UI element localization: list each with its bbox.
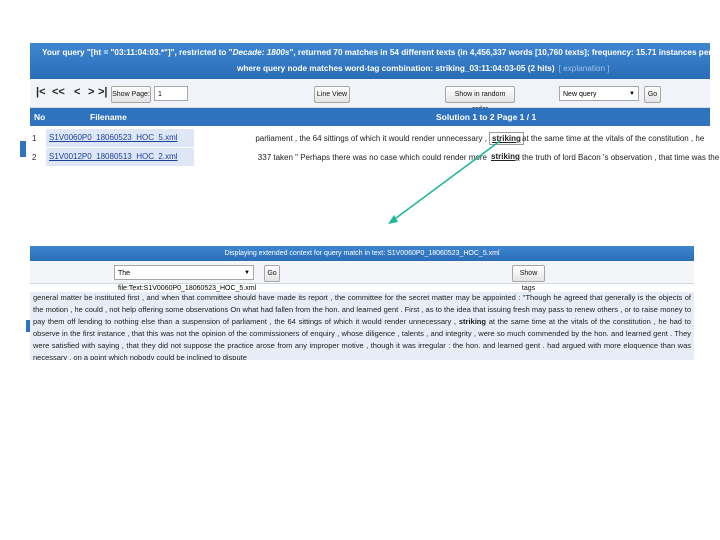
extended-context-title: Displaying extended context for query ma… xyxy=(30,246,694,261)
context-file-selected: The file:Text:S1V0060P0_18060523_HOC_5.x… xyxy=(118,270,257,292)
context-toolbar: The file:Text:S1V0060P0_18060523_HOC_5.x… xyxy=(30,261,694,292)
context-keyword: striking xyxy=(458,317,486,326)
arrow-line xyxy=(391,140,501,222)
arrow-head xyxy=(388,215,398,224)
extended-context-text: general matter be instituted first , and… xyxy=(30,292,694,360)
show-tags-button[interactable]: Show tags xyxy=(512,265,545,292)
context-go-button[interactable]: Go xyxy=(264,265,280,282)
chevron-down-icon: ▼ xyxy=(244,270,250,276)
context-file-select[interactable]: The file:Text:S1V0060P0_18060523_HOC_5.x… xyxy=(114,265,256,292)
